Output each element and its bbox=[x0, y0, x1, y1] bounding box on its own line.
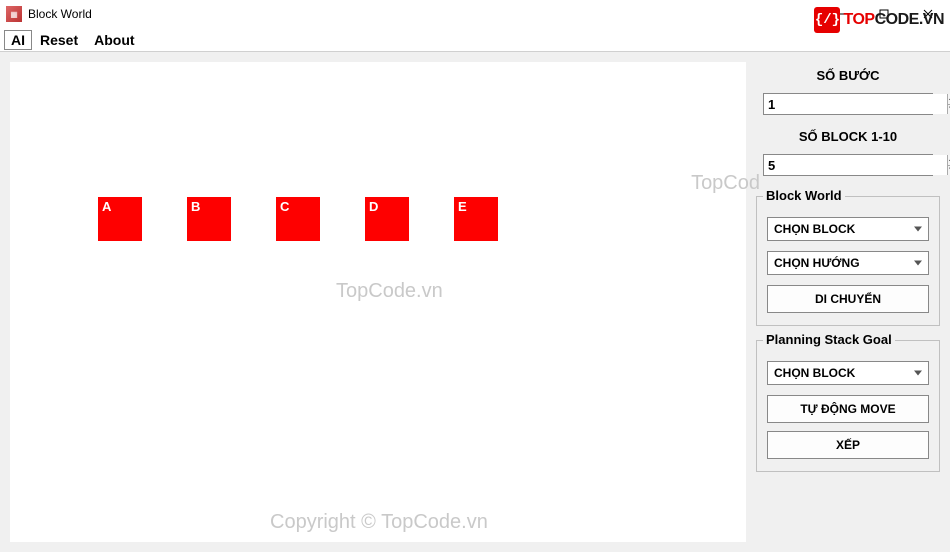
block-b[interactable]: B bbox=[187, 197, 231, 241]
group2-title: Planning Stack Goal bbox=[763, 332, 895, 347]
maximize-button[interactable] bbox=[862, 0, 906, 28]
block-d[interactable]: D bbox=[365, 197, 409, 241]
move-button[interactable]: DI CHUYỂN bbox=[767, 285, 929, 313]
menu-ai[interactable]: AI bbox=[4, 30, 32, 50]
watermark-topright: TopCod bbox=[691, 172, 760, 195]
watermark-bottom: Copyright © TopCode.vn bbox=[270, 511, 488, 534]
select-block-combo[interactable]: CHỌN BLOCK bbox=[767, 217, 929, 241]
window-controls bbox=[818, 0, 950, 28]
block-a[interactable]: A bbox=[98, 197, 142, 241]
auto-move-button[interactable]: TỰ ĐỘNG MOVE bbox=[767, 395, 929, 423]
select-direction-combo[interactable]: CHỌN HƯỚNG bbox=[767, 251, 929, 275]
window-title: Block World bbox=[28, 7, 92, 21]
minimize-button[interactable] bbox=[818, 0, 862, 28]
content-area: TopCod TopCode.vn Copyright © TopCode.vn… bbox=[0, 52, 950, 552]
watermark-center: TopCode.vn bbox=[336, 280, 443, 303]
count-label: SỐ BLOCK 1-10 bbox=[756, 129, 940, 144]
side-panel: SỐ BƯỚC ▲ ▼ SỐ BLOCK 1-10 ▲ ▼ Block Worl… bbox=[756, 62, 940, 542]
titlebar: ▦ Block World bbox=[0, 0, 950, 28]
menubar: AI Reset About bbox=[0, 28, 950, 52]
steps-input[interactable] bbox=[764, 94, 947, 114]
select-block2-label: CHỌN BLOCK bbox=[774, 366, 855, 380]
count-input-wrap: ▲ ▼ bbox=[763, 154, 933, 176]
select-direction-label: CHỌN HƯỚNG bbox=[774, 256, 860, 270]
group1-title: Block World bbox=[763, 188, 845, 203]
stack-button[interactable]: XẾP bbox=[767, 431, 929, 459]
select-block2-combo[interactable]: CHỌN BLOCK bbox=[767, 361, 929, 385]
group-block-world: Block World CHỌN BLOCK CHỌN HƯỚNG DI CHU… bbox=[756, 196, 940, 326]
block-c[interactable]: C bbox=[276, 197, 320, 241]
menu-reset[interactable]: Reset bbox=[32, 30, 86, 50]
steps-label: SỐ BƯỚC bbox=[756, 68, 940, 83]
block-e[interactable]: E bbox=[454, 197, 498, 241]
steps-input-wrap: ▲ ▼ bbox=[763, 93, 933, 115]
group-planning: Planning Stack Goal CHỌN BLOCK TỰ ĐỘNG M… bbox=[756, 340, 940, 472]
app-icon: ▦ bbox=[6, 6, 22, 22]
canvas[interactable]: TopCod TopCode.vn Copyright © TopCode.vn… bbox=[10, 62, 746, 542]
select-block-label: CHỌN BLOCK bbox=[774, 222, 855, 236]
count-input[interactable] bbox=[764, 155, 947, 175]
menu-about[interactable]: About bbox=[86, 30, 142, 50]
close-button[interactable] bbox=[906, 0, 950, 28]
